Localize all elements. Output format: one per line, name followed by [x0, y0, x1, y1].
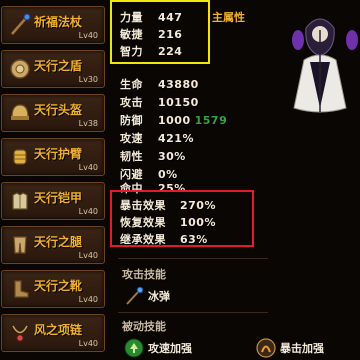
stat-value: 421%	[158, 132, 194, 145]
equipment-level: Lv40	[78, 31, 98, 40]
attack-skill-item[interactable]: 冰弹	[124, 286, 170, 306]
equipment-level: Lv40	[78, 295, 98, 304]
equipment-name: 天行护臂	[34, 147, 83, 161]
equipment-name: 祈福法杖	[34, 15, 83, 29]
stat-recovery-effect: 恢复效果 100%	[120, 214, 216, 229]
skill-name: 冰弹	[148, 290, 170, 303]
ice-staff-icon	[126, 286, 144, 305]
stat-label: 生命	[120, 78, 143, 91]
passive-skill-item[interactable]: 攻速加强	[124, 338, 192, 358]
equipment-slot-shield[interactable]: 天行之盾 Lv30	[1, 50, 105, 88]
stat-label: 暴击效果	[120, 199, 166, 212]
passive-skills-title: 被动技能	[122, 320, 166, 333]
attack-skills-title: 攻击技能	[122, 268, 166, 281]
equipment-list: 祈福法杖 Lv40 天行之盾 Lv30 天行头盔 Lv38 天行护臂 Lv40	[0, 0, 110, 360]
stat-value: 270%	[180, 199, 216, 212]
helmet-icon	[11, 104, 29, 120]
stat-defense: 防御 1000 1579	[120, 112, 228, 127]
stat-label: 继承效果	[120, 233, 166, 246]
stat-value: 1000	[158, 114, 191, 127]
equipment-slot-bracer[interactable]: 天行护臂 Lv40	[1, 138, 105, 176]
equipment-name: 天行铠甲	[34, 191, 83, 205]
primary-stats-highlight	[110, 0, 210, 64]
shield-icon	[10, 59, 30, 79]
equipment-level: Lv40	[78, 207, 98, 216]
leggings-icon	[13, 236, 27, 254]
equipment-name: 天行头盔	[34, 103, 83, 117]
stat-attack: 攻击 10150	[120, 94, 199, 109]
stat-crit-effect: 暴击效果 270%	[120, 197, 216, 212]
stat-tenacity: 韧性 30%	[120, 148, 186, 163]
equipment-level: Lv40	[78, 251, 98, 260]
stat-attack-speed: 攻速 421%	[120, 130, 194, 145]
passive-skill-item[interactable]: 暴击加强	[256, 338, 324, 358]
skill-name: 暴击加强	[280, 342, 324, 355]
equipment-slot-boots[interactable]: 天行之靴 Lv40	[1, 270, 105, 308]
stat-label: 攻击	[120, 96, 143, 109]
equipment-name: 天行之盾	[34, 59, 83, 73]
equipment-slot-armor[interactable]: 天行铠甲 Lv40	[1, 182, 105, 220]
equipment-level: Lv40	[78, 339, 98, 348]
stat-label: 韧性	[120, 150, 143, 163]
bracer-icon	[13, 149, 27, 165]
critical-up-icon	[256, 338, 276, 358]
equipment-level: Lv30	[78, 75, 98, 84]
equipment-name: 风之项链	[34, 323, 83, 337]
equipment-level: Lv38	[78, 119, 98, 128]
main-attribute-label: 主属性	[212, 11, 245, 24]
stat-value: 43880	[158, 78, 199, 91]
stat-dodge: 闪避 0%	[120, 166, 178, 181]
equipment-slot-necklace[interactable]: 风之项链 Lv40	[1, 314, 105, 352]
necklace-icon	[12, 325, 28, 342]
equipment-slot-staff[interactable]: 祈福法杖 Lv40	[1, 6, 105, 44]
section-divider	[118, 258, 268, 259]
stat-label: 防御	[120, 114, 143, 127]
boots-icon	[14, 280, 29, 298]
stat-value: 100%	[180, 216, 216, 229]
equipment-slot-leggings[interactable]: 天行之腿 Lv40	[1, 226, 105, 264]
armor-icon	[12, 192, 28, 210]
stat-inherit-effect: 继承效果 63%	[120, 231, 208, 246]
stat-value: 63%	[180, 233, 208, 246]
skill-name: 攻速加强	[148, 342, 192, 355]
stat-bonus: 1579	[194, 114, 228, 127]
stat-label: 攻速	[120, 132, 143, 145]
equipment-name: 天行之靴	[34, 279, 83, 293]
speed-up-icon	[124, 338, 144, 358]
section-divider	[118, 312, 268, 313]
stat-hp: 生命 43880	[120, 76, 199, 91]
equipment-level: Lv40	[78, 163, 98, 172]
staff-icon	[11, 13, 31, 35]
equipment-name: 天行之腿	[34, 235, 83, 249]
equipment-slot-helmet[interactable]: 天行头盔 Lv38	[1, 94, 105, 132]
stat-value: 30%	[158, 150, 186, 163]
character-portrait	[292, 18, 358, 113]
stat-label: 恢复效果	[120, 216, 166, 229]
stat-value: 10150	[158, 96, 199, 109]
